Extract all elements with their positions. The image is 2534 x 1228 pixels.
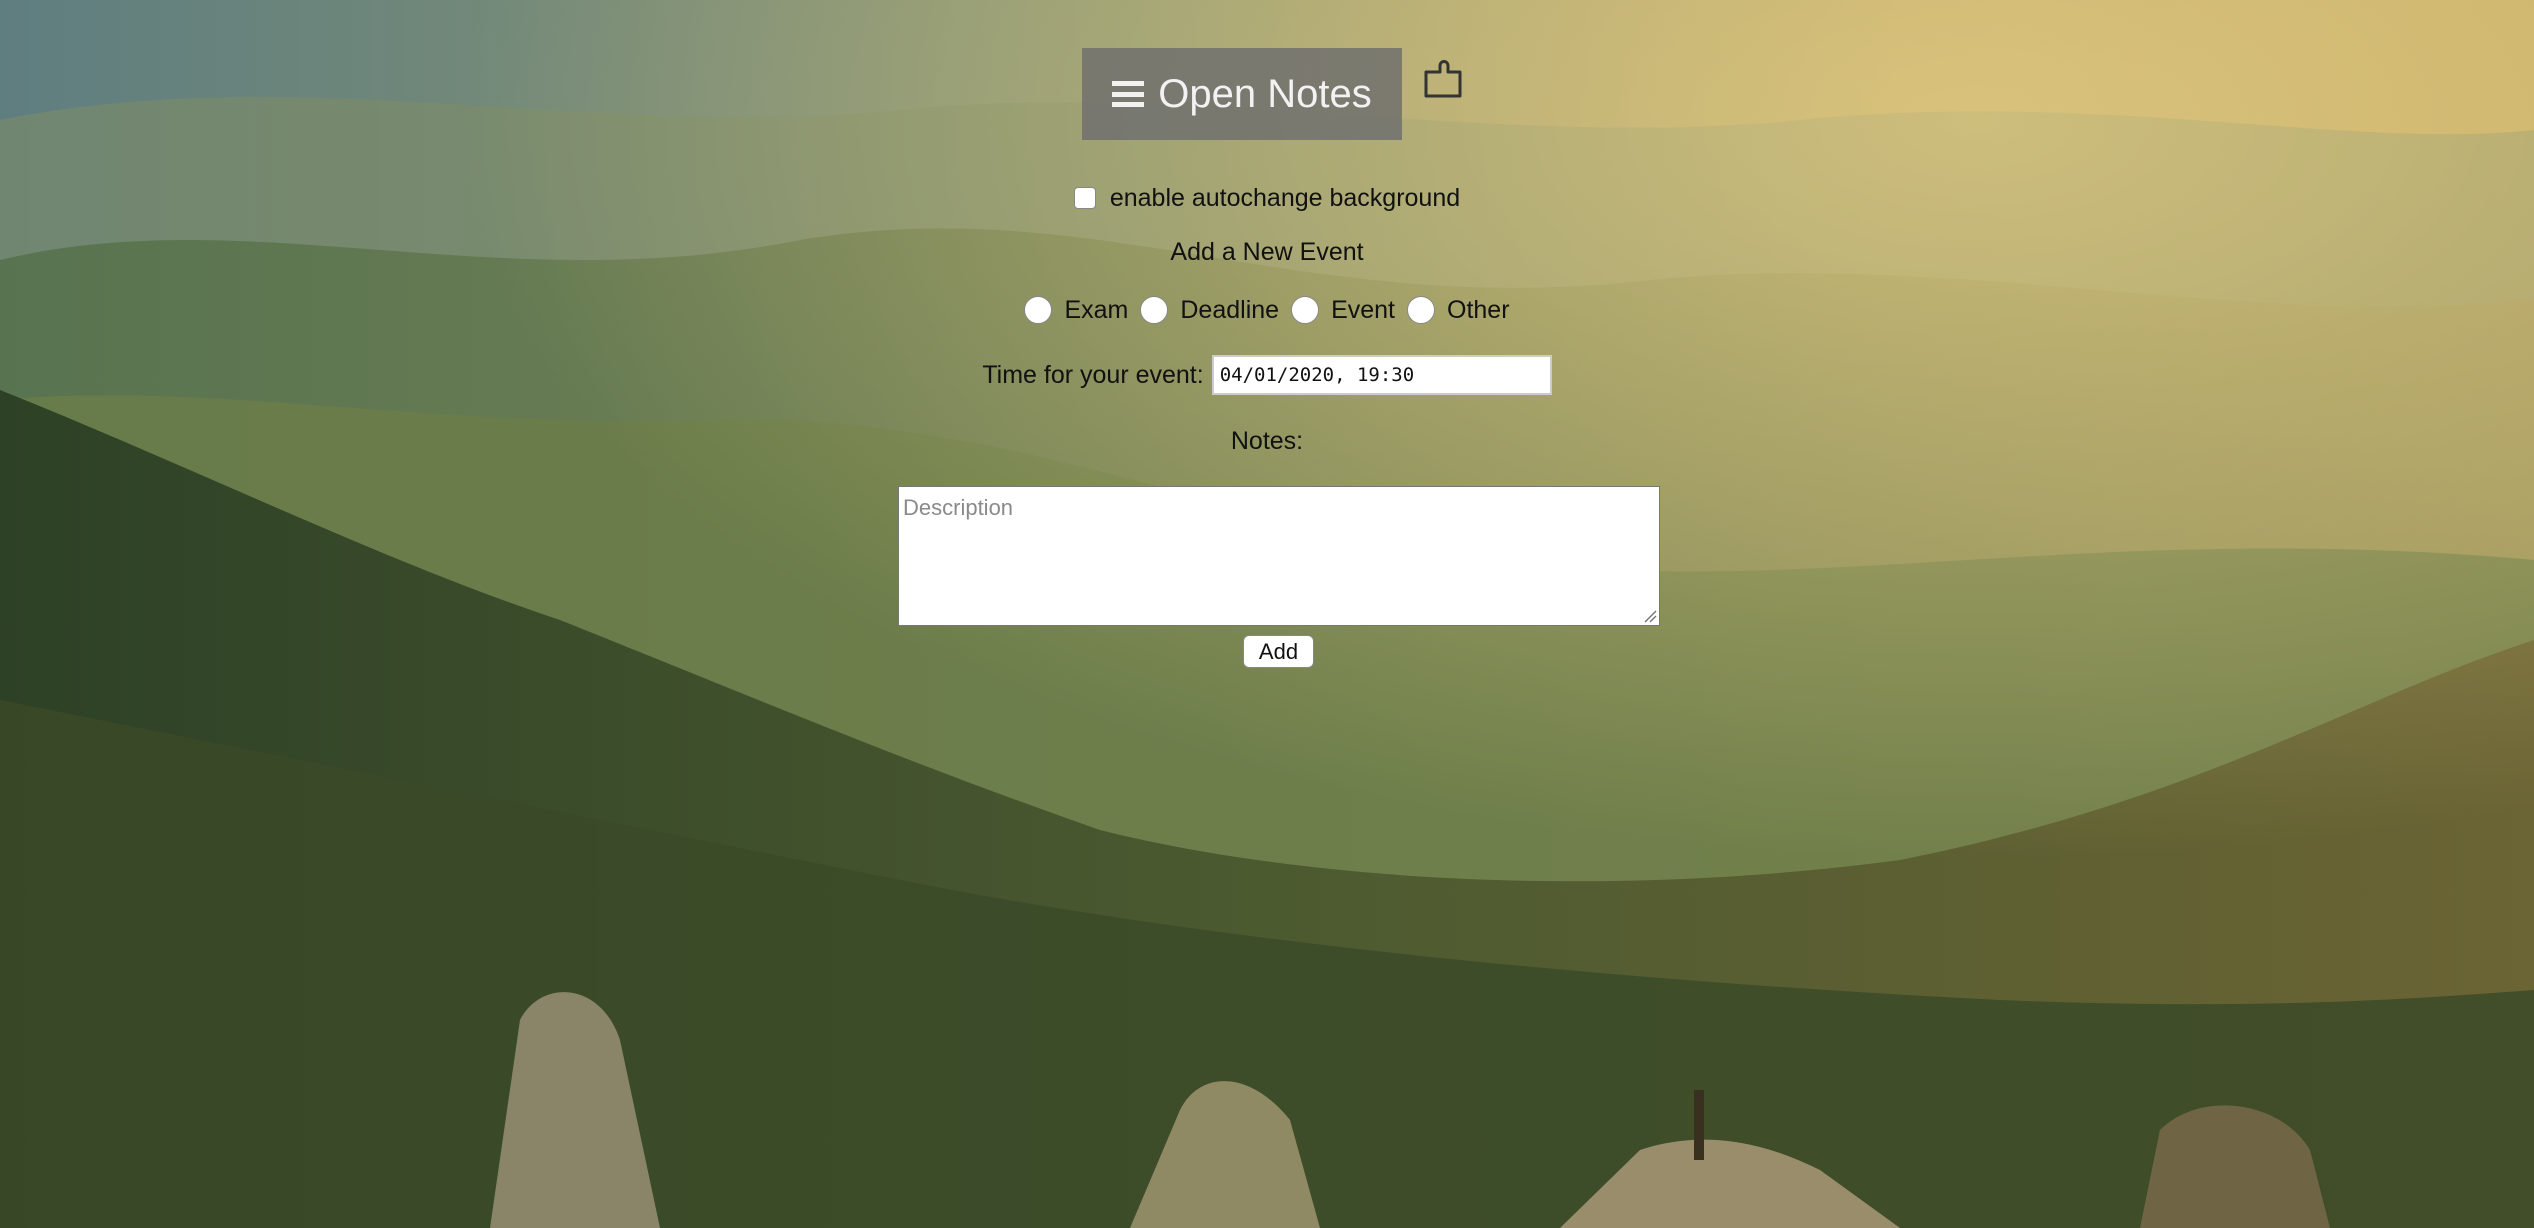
page: Open Notes enable autochange background … <box>0 0 2534 1228</box>
event-time-label: Time for your event: <box>982 360 1204 389</box>
radio-label-deadline: Deadline <box>1180 295 1280 324</box>
description-placeholder: Description <box>903 495 1014 520</box>
add-button[interactable]: Add <box>1243 635 1314 668</box>
radio-label-other: Other <box>1447 295 1510 324</box>
form-title-row: Add a New Event <box>0 236 2534 268</box>
autochange-row: enable autochange background <box>0 182 2534 214</box>
puzzle-icon[interactable] <box>1422 52 1466 100</box>
event-type-radio-group: Exam Deadline Event Other <box>0 292 2534 328</box>
description-textarea[interactable]: Description <box>898 486 1660 626</box>
event-time-row: Time for your event: 04/01/2020, 19:30 <box>0 354 2534 396</box>
autochange-checkbox[interactable] <box>1073 187 1096 209</box>
open-notes-label: Open Notes <box>1158 71 1372 116</box>
radio-exam[interactable] <box>1024 296 1053 324</box>
event-time-input[interactable]: 04/01/2020, 19:30 <box>1211 355 1552 395</box>
radio-deadline[interactable] <box>1140 296 1169 324</box>
radio-label-event: Event <box>1331 295 1395 324</box>
radio-label-exam: Exam <box>1064 295 1129 324</box>
radio-event[interactable] <box>1291 296 1320 324</box>
main-content: Open Notes enable autochange background … <box>0 0 2534 1228</box>
form-title: Add a New Event <box>1170 237 1364 266</box>
notes-label: Notes: <box>1230 426 1304 455</box>
notes-label-row: Notes: <box>0 425 2534 457</box>
open-notes-button[interactable]: Open Notes <box>1082 48 1402 140</box>
autochange-label: enable autochange background <box>1109 183 1461 212</box>
radio-other[interactable] <box>1407 296 1435 324</box>
resize-grip-icon[interactable] <box>1643 609 1657 623</box>
hamburger-icon <box>1112 81 1145 107</box>
